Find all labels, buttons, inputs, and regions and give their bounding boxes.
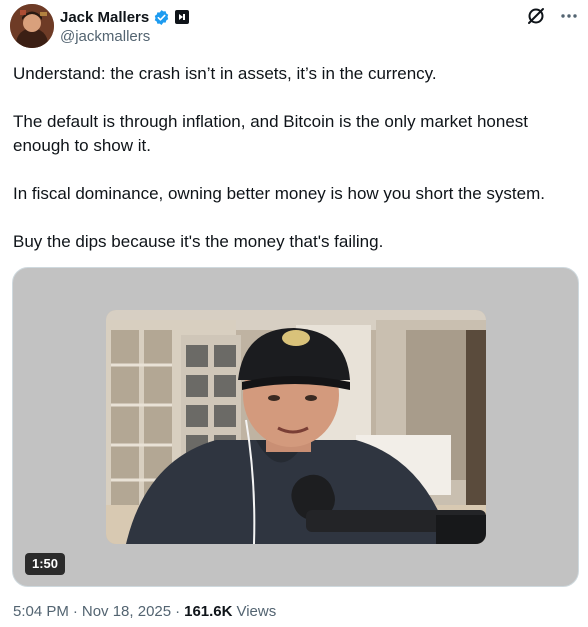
views-label: Views [236, 603, 277, 620]
tweet-date[interactable]: Nov 18, 2025 [82, 603, 171, 620]
grok-icon[interactable] [526, 6, 546, 26]
meta-separator: · [175, 603, 181, 620]
affiliate-badge-icon[interactable] [174, 9, 190, 25]
meta-separator: · [72, 603, 78, 620]
more-options-icon[interactable] [560, 7, 578, 25]
author-display-name[interactable]: Jack Mallers [60, 9, 149, 26]
tweet-paragraph: Buy the dips because it's the money that… [13, 232, 384, 251]
tweet-paragraph: Understand: the crash isn’t in assets, i… [13, 64, 437, 83]
verified-badge-icon[interactable] [153, 9, 170, 26]
video-duration-badge: 1:50 [25, 553, 66, 575]
tweet-text: Understand: the crash isn’t in assets, i… [13, 62, 578, 278]
tweet-time[interactable]: 5:04 PM [13, 603, 69, 620]
video-player[interactable]: 1:50 [12, 267, 579, 587]
tweet-paragraph: In fiscal dominance, owning better money… [13, 184, 545, 203]
tweet-paragraph: The default is through inflation, and Bi… [13, 112, 529, 155]
author-name-row: Jack Mallers [60, 6, 190, 28]
tweet-meta: 5:04 PM · Nov 18, 2025 · 161.6K Views [13, 603, 276, 620]
avatar[interactable] [10, 4, 54, 48]
tweet-actions-top [526, 6, 578, 26]
video-thumbnail[interactable] [106, 310, 486, 544]
author-handle[interactable]: @jackmallers [60, 28, 150, 45]
views-count: 161.6K [184, 603, 233, 620]
